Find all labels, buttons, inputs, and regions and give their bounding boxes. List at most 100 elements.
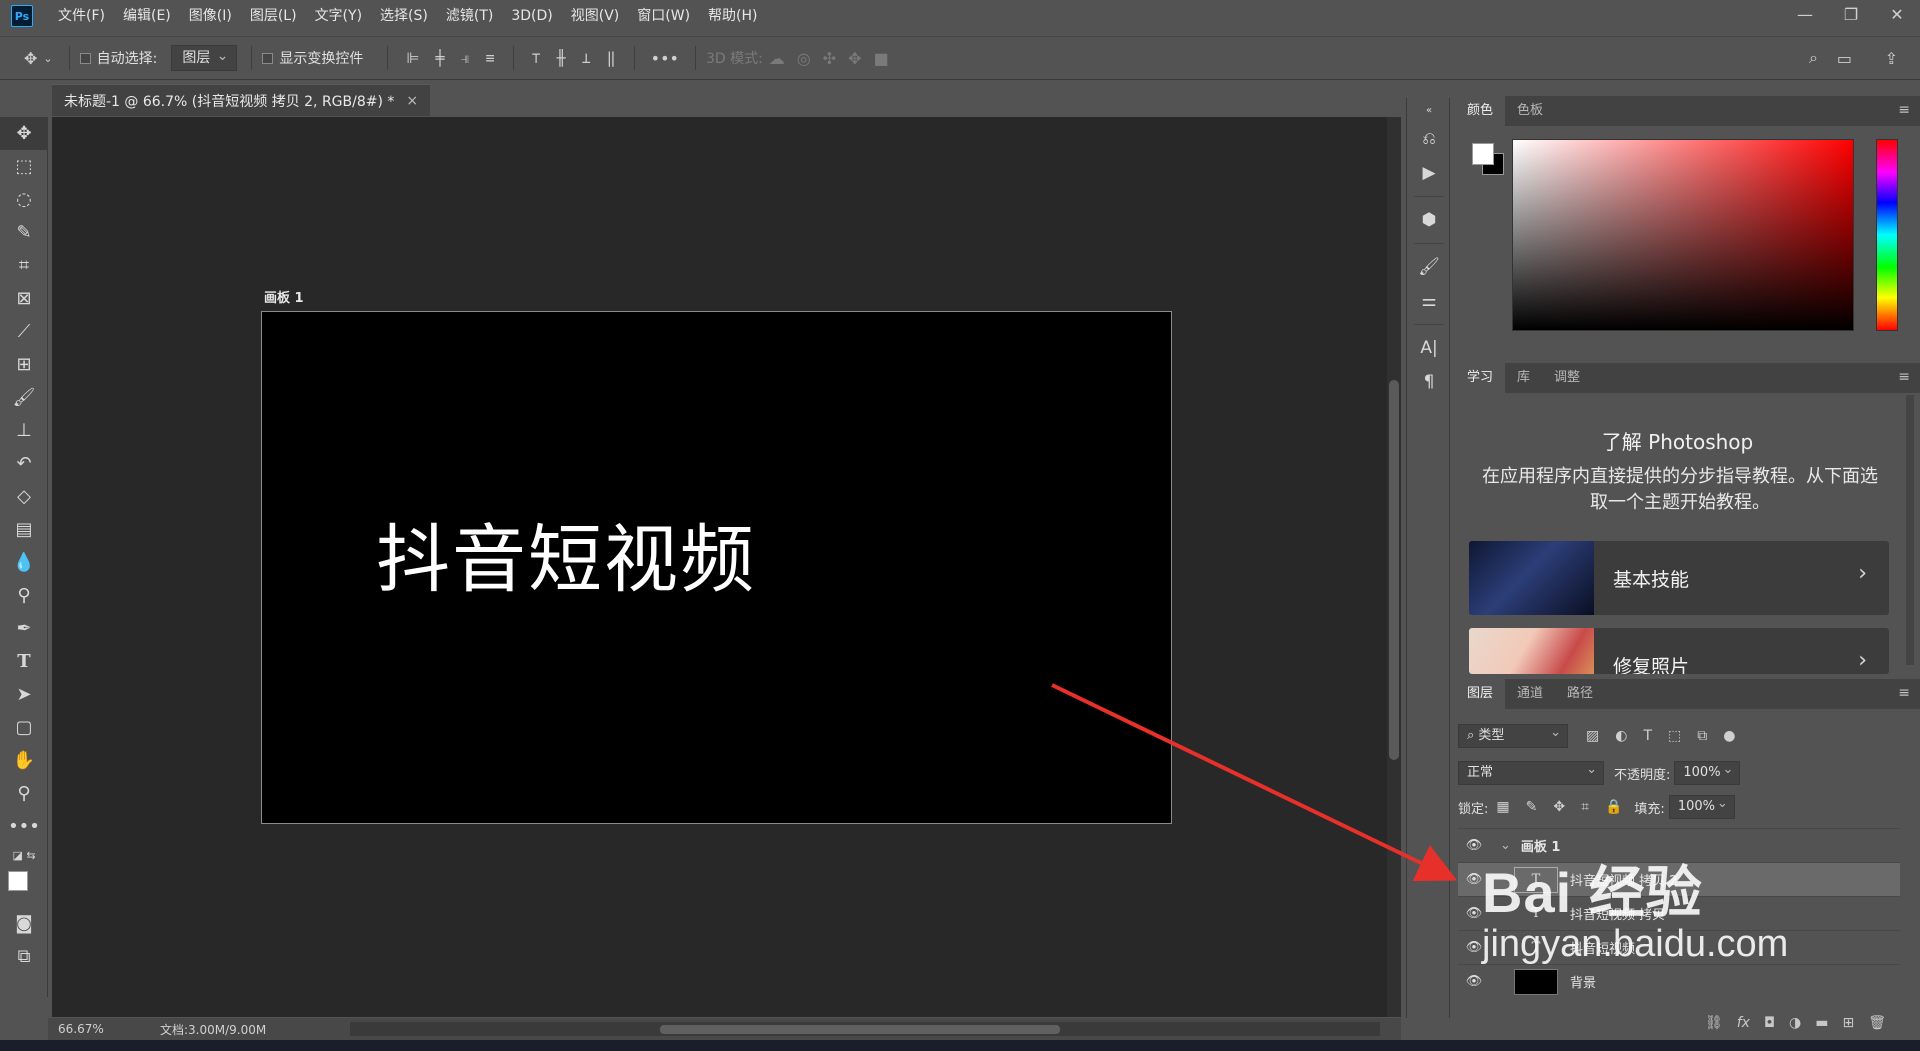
menu-edit[interactable]: 编辑(E) <box>114 0 180 32</box>
share-icon[interactable]: ⇪ <box>1885 49 1898 68</box>
video-camera-3d-icon[interactable]: ■ <box>874 49 889 68</box>
lesson-basic-skills[interactable]: 基本技能 › <box>1469 541 1889 615</box>
filter-type-icon[interactable]: T <box>1643 728 1652 744</box>
clone-stamp-tool-icon[interactable]: ⊥ <box>0 414 48 447</box>
rectangle-tool-icon[interactable]: ▢ <box>0 711 48 744</box>
lock-position-icon[interactable]: ✥ <box>1553 799 1565 815</box>
move-tool-icon[interactable]: ✥ <box>24 49 37 68</box>
blend-mode-dropdown[interactable]: 正常 <box>1458 759 1604 785</box>
gradient-tool-icon[interactable]: ▤ <box>0 513 48 546</box>
align-middle-v-icon[interactable]: ╫ <box>557 49 566 67</box>
zoom-level-field[interactable]: 66.67% <box>48 1022 108 1036</box>
panel-menu-icon[interactable]: ≡ <box>1898 685 1910 701</box>
tab-channels[interactable]: 通道 <box>1505 679 1555 709</box>
marquee-tool-icon[interactable]: ⬚ <box>0 150 48 183</box>
hue-slider[interactable] <box>1876 139 1898 331</box>
tab-adjustments[interactable]: 调整 <box>1542 363 1592 393</box>
search-icon[interactable]: ⌕ <box>1809 48 1818 68</box>
more-options-icon[interactable]: ••• <box>651 49 679 68</box>
align-top-icon[interactable]: ⊤ <box>532 49 541 67</box>
type-tool-icon[interactable]: T <box>0 645 48 678</box>
auto-select-checkbox[interactable] <box>79 52 91 64</box>
menu-image[interactable]: 图像(I) <box>180 0 241 32</box>
add-mask-icon[interactable]: ◘ <box>1764 1015 1775 1031</box>
orbit-3d-icon[interactable]: ☁ <box>769 49 785 68</box>
filter-shape-icon[interactable]: ⬚ <box>1668 728 1681 744</box>
zoom-tool-icon[interactable]: ⚲ <box>0 777 48 810</box>
eraser-tool-icon[interactable]: ◇ <box>0 480 48 513</box>
healing-brush-tool-icon[interactable]: ⊞ <box>0 348 48 381</box>
tab-paths[interactable]: 路径 <box>1555 679 1605 709</box>
distribute-v-icon[interactable]: ‖ <box>607 49 616 67</box>
collapse-arrows-icon[interactable]: « <box>1407 98 1451 122</box>
workspace-icon[interactable]: ▭ <box>1837 49 1852 68</box>
layer-filter-dropdown[interactable]: ⌕ 类型 <box>1458 722 1568 748</box>
menu-filter[interactable]: 滤镜(T) <box>437 0 502 32</box>
auto-select-dropdown[interactable]: 图层 <box>171 44 238 71</box>
brush-settings-icon[interactable]: 🖌 <box>1407 250 1451 284</box>
close-button[interactable]: ✕ <box>1874 0 1920 28</box>
vertical-scroll-thumb[interactable] <box>1389 380 1399 760</box>
roll-3d-icon[interactable]: ◎ <box>797 49 811 68</box>
lasso-tool-icon[interactable]: ◌ <box>0 183 48 216</box>
slide-3d-icon[interactable]: ✥ <box>848 49 861 68</box>
visibility-eye-icon[interactable]: 👁 <box>1458 974 1490 989</box>
align-center-h-icon[interactable]: ╪ <box>435 49 444 67</box>
lesson-retouch-photos[interactable]: 修复照片 › <box>1469 628 1889 674</box>
artboard-label[interactable]: 画板 1 <box>264 287 304 306</box>
menu-type[interactable]: 文字(Y) <box>306 0 371 32</box>
tab-swatches[interactable]: 色板 <box>1505 96 1555 126</box>
frame-tool-icon[interactable]: ⊠ <box>0 282 48 315</box>
fill-field[interactable]: 100% <box>1668 793 1735 819</box>
actions-panel-icon[interactable]: ▶ <box>1407 156 1451 190</box>
quick-selection-tool-icon[interactable]: ✎ <box>0 216 48 249</box>
history-panel-icon[interactable]: ⎌ <box>1407 122 1451 156</box>
panel-menu-icon[interactable]: ≡ <box>1898 102 1910 118</box>
align-bottom-icon[interactable]: ⊥ <box>582 49 591 67</box>
learn-panel-scrollbar[interactable] <box>1906 395 1914 665</box>
new-layer-icon[interactable]: ⊞ <box>1842 1015 1854 1031</box>
screen-mode-icon[interactable]: ⧉ <box>0 940 48 973</box>
close-tab-icon[interactable]: × <box>406 93 418 109</box>
opacity-field[interactable]: 100% <box>1674 759 1741 785</box>
eyedropper-tool-icon[interactable]: ⟋ <box>0 315 48 348</box>
filter-toggle-icon[interactable]: ● <box>1723 728 1735 744</box>
adjustment-layer-icon[interactable]: ◑ <box>1789 1015 1801 1031</box>
new-group-folder-icon[interactable]: ▬ <box>1815 1015 1828 1031</box>
delete-layer-trash-icon[interactable]: 🗑 <box>1868 1015 1886 1031</box>
document-tab[interactable]: 未标题-1 @ 66.7% (抖音短视频 拷贝 2, RGB/8#) * × <box>52 84 431 116</box>
hand-tool-icon[interactable]: ✋ <box>0 744 48 777</box>
foreground-color-swatch[interactable] <box>8 871 28 891</box>
filter-pixel-icon[interactable]: ▨ <box>1586 728 1599 744</box>
menu-layer[interactable]: 图层(L) <box>241 0 306 32</box>
tab-learn[interactable]: 学习 <box>1455 363 1506 393</box>
menu-file[interactable]: 文件(F) <box>49 0 114 32</box>
pen-tool-icon[interactable]: ✒ <box>0 612 48 645</box>
artboard-text[interactable]: 抖音短视频 <box>376 500 756 607</box>
character-panel-icon[interactable]: A| <box>1407 331 1451 365</box>
default-colors-icon[interactable]: ◪ ⇆ <box>0 843 48 867</box>
3d-panel-icon[interactable]: ⬢ <box>1407 203 1451 237</box>
lock-transparency-icon[interactable]: ▦ <box>1496 799 1509 815</box>
tab-color[interactable]: 颜色 <box>1455 96 1506 126</box>
foreground-color-swatch[interactable] <box>1472 143 1494 165</box>
horizontal-scroll-thumb[interactable] <box>660 1025 1060 1034</box>
edit-toolbar-icon[interactable]: ••• <box>0 810 48 843</box>
tool-preset-chevron-icon[interactable]: ⌄ <box>43 52 52 65</box>
lock-pixels-icon[interactable]: ✎ <box>1526 799 1538 815</box>
menu-window[interactable]: 窗口(W) <box>628 0 699 32</box>
minimize-button[interactable]: — <box>1782 0 1828 28</box>
layer-style-fx-icon[interactable]: fx <box>1737 1015 1750 1031</box>
menu-help[interactable]: 帮助(H) <box>699 0 766 32</box>
menu-select[interactable]: 选择(S) <box>371 0 437 32</box>
show-transform-checkbox[interactable] <box>262 52 274 64</box>
filter-adjustment-icon[interactable]: ◐ <box>1615 728 1627 744</box>
align-left-icon[interactable]: ⊫ <box>406 49 419 67</box>
lock-all-icon[interactable]: 🔒 <box>1605 799 1622 815</box>
distribute-h-icon[interactable]: ≡ <box>485 49 494 67</box>
menu-3d[interactable]: 3D(D) <box>502 0 561 32</box>
move-tool-icon[interactable]: ✥ <box>0 117 48 150</box>
adjustments-sliders-icon[interactable]: ⚌ <box>1407 284 1451 318</box>
restore-button[interactable]: ❐ <box>1828 0 1874 28</box>
panel-menu-icon[interactable]: ≡ <box>1898 369 1910 385</box>
